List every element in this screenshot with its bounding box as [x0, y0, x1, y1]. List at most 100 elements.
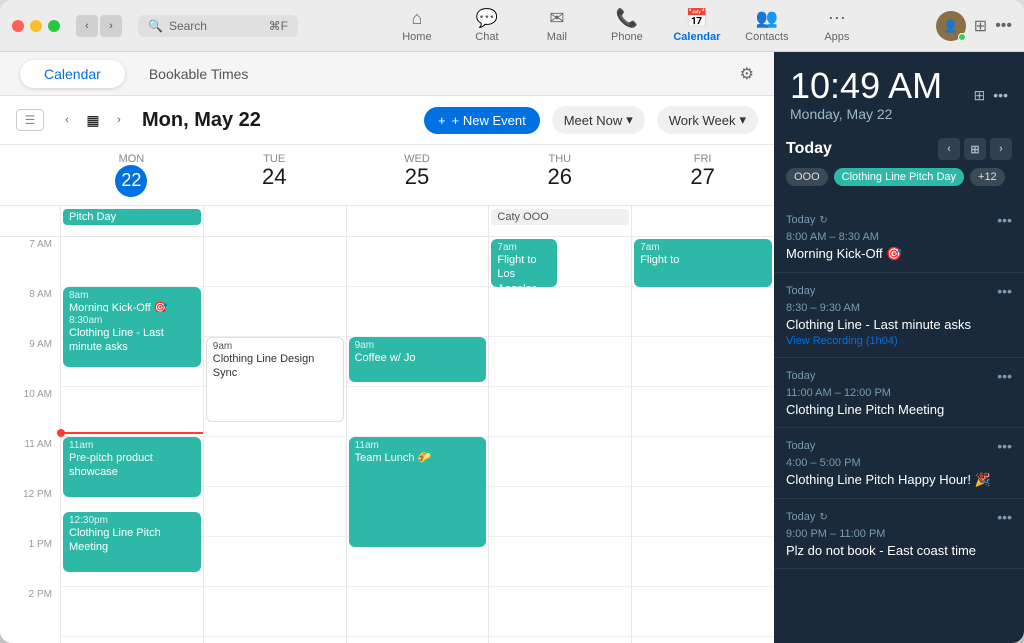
all-day-event-pitch-day[interactable]: Pitch Day [63, 209, 201, 225]
titlebar: ‹ › 🔍 Search ⌘F ⌂ Home 💬 Chat ✉ Mail 📞 P [0, 0, 1024, 52]
event-team-lunch[interactable]: 11am Team Lunch 🌮 [349, 437, 487, 547]
search-bar[interactable]: 🔍 Search ⌘F [138, 15, 298, 37]
view-label: Work Week [669, 113, 736, 128]
grid-icon[interactable]: ⊞ [974, 16, 987, 36]
maximize-button[interactable] [48, 20, 60, 32]
prev-button[interactable]: ‹ [56, 109, 78, 131]
contacts-icon: 👥 [756, 8, 778, 29]
current-time-indicator [61, 432, 203, 434]
day-col-wed: 9am Coffee w/ Jo 11am Team Lunch 🌮 [346, 237, 489, 643]
nav-chat[interactable]: 💬 Chat [462, 8, 512, 43]
event-flight-fri[interactable]: 7am Flight to [634, 239, 772, 287]
today-section: Today ‹ ⊞ › OOO Clothing Line Pitch Day … [774, 130, 1024, 194]
search-icon: 🔍 [148, 19, 163, 33]
all-day-event-caty-ooo[interactable]: Caty OOO [491, 209, 629, 225]
all-day-tue [203, 206, 346, 236]
nav-apps[interactable]: ⋯ Apps [812, 8, 862, 43]
panel-grid-icon[interactable]: ⊞ [974, 87, 986, 104]
event-pre-pitch[interactable]: 11am Pre-pitch product showcase [63, 437, 201, 497]
calendar-icon: 📅 [686, 8, 708, 29]
today-expand-button[interactable]: ⊞ [964, 138, 986, 160]
day-header-fri: Fri 27 [631, 145, 774, 205]
event-coffee-jo[interactable]: 9am Coffee w/ Jo [349, 337, 487, 382]
meet-now-button[interactable]: Meet Now ▾ [552, 106, 645, 134]
calendar-title: Mon, May 22 [142, 109, 261, 132]
tab-calendar[interactable]: Calendar [20, 60, 125, 88]
event-clothing-design-sync[interactable]: 9am Clothing Line Design Sync [206, 337, 344, 422]
right-panel: 10:49 AM Monday, May 22 ⊞ ••• Today ‹ ⊞ … [774, 52, 1024, 643]
search-label: Search [169, 19, 207, 33]
all-day-mon: Pitch Day [60, 206, 203, 236]
agenda-item-clothing-lastminute[interactable]: Today ••• 8:30 – 9:30 AM Clothing Line -… [774, 273, 1024, 358]
nav-contacts[interactable]: 👥 Contacts [742, 8, 792, 43]
view-selector[interactable]: Work Week ▾ [657, 106, 758, 134]
nav-home-label: Home [402, 31, 431, 43]
all-day-gutter [0, 206, 60, 236]
mail-icon: ✉ [549, 8, 564, 29]
badge-count[interactable]: +12 [970, 168, 1005, 186]
time-slot-10am: 10 AM [0, 387, 60, 437]
tab-bookable[interactable]: Bookable Times [125, 60, 273, 88]
meet-now-label: Meet Now [564, 113, 623, 128]
new-event-button[interactable]: + + New Event [424, 107, 540, 134]
today-next-button[interactable]: › [990, 138, 1012, 160]
agenda-item-morning-kickoff[interactable]: Today ↻ ••• 8:00 AM – 8:30 AM Morning Ki… [774, 202, 1024, 273]
today-badges: OOO Clothing Line Pitch Day +12 [786, 168, 1012, 186]
today-mini-button[interactable]: ▦ [82, 109, 104, 131]
agenda-list: Today ↻ ••• 8:00 AM – 8:30 AM Morning Ki… [774, 194, 1024, 643]
recurring-icon: ↻ [819, 215, 827, 226]
settings-button[interactable]: ⚙ [740, 64, 754, 84]
agenda-time-1: 8:00 AM – 8:30 AM [786, 231, 1012, 243]
event-clothing-pitch-meeting[interactable]: 12:30pm Clothing Line Pitch Meeting [63, 512, 201, 572]
forward-button[interactable]: › [100, 15, 122, 37]
main-content: Calendar Bookable Times ⚙ ☰ ‹ ▦ › Mon, M… [0, 52, 1024, 643]
agenda-title-4: Clothing Line Pitch Happy Hour! 🎉 [786, 472, 1012, 488]
badge-ooo[interactable]: OOO [786, 168, 828, 186]
agenda-more-icon-2[interactable]: ••• [997, 283, 1012, 299]
day-header-mon: Mon 22 [60, 145, 203, 205]
nav-arrows: ‹ › [76, 15, 122, 37]
agenda-more-icon-3[interactable]: ••• [997, 368, 1012, 384]
avatar[interactable]: 👤 [936, 11, 966, 41]
chat-icon: 💬 [476, 8, 498, 29]
nav-calendar[interactable]: 📅 Calendar [672, 8, 722, 43]
nav-home[interactable]: ⌂ Home [392, 8, 442, 43]
time-slot-8am: 8 AM [0, 287, 60, 337]
all-day-events: Pitch Day Caty OOO [60, 206, 774, 236]
days-grid: 8am Morning Kick-Off 🎯 8:30am Clothing L… [60, 237, 774, 643]
calendar-tabs: Calendar Bookable Times ⚙ [0, 52, 774, 96]
close-button[interactable] [12, 20, 24, 32]
agenda-more-icon-4[interactable]: ••• [997, 438, 1012, 454]
minimize-button[interactable] [30, 20, 42, 32]
badge-clothing-pitch-day[interactable]: Clothing Line Pitch Day [834, 168, 964, 186]
nav-phone[interactable]: 📞 Phone [602, 8, 652, 43]
agenda-item-clothing-pitch-meeting[interactable]: Today ••• 11:00 AM – 12:00 PM Clothing L… [774, 358, 1024, 428]
nav-mail-label: Mail [547, 31, 567, 43]
nav-contacts-label: Contacts [745, 31, 788, 43]
calendar-header: ☰ ‹ ▦ › Mon, May 22 + + New Event Meet N… [0, 96, 774, 145]
sidebar-toggle[interactable]: ☰ [16, 109, 44, 131]
recurring-icon-5: ↻ [819, 512, 827, 523]
view-recording-link[interactable]: View Recording (1h04) [786, 335, 1012, 347]
nav-apps-label: Apps [824, 31, 849, 43]
agenda-title-5: Plz do not book - East coast time [786, 543, 1012, 558]
panel-more-icon[interactable]: ••• [993, 87, 1008, 103]
next-button[interactable]: › [108, 109, 130, 131]
today-prev-button[interactable]: ‹ [938, 138, 960, 160]
nav-mail[interactable]: ✉ Mail [532, 8, 582, 43]
agenda-item-pitch-happy-hour[interactable]: Today ••• 4:00 – 5:00 PM Clothing Line P… [774, 428, 1024, 499]
agenda-item-do-not-book[interactable]: Today ↻ ••• 9:00 PM – 11:00 PM Plz do no… [774, 499, 1024, 569]
event-flight-la[interactable]: 7am Flight to Los Angeles [491, 239, 557, 287]
event-clothing-line-lastminute[interactable]: 8:30am Clothing Line - Last minute asks [63, 312, 201, 367]
agenda-more-icon-5[interactable]: ••• [997, 509, 1012, 525]
day-header-tue: Tue 24 [203, 145, 346, 205]
more-icon[interactable]: ••• [995, 17, 1012, 35]
chevron-down-icon-view: ▾ [739, 112, 746, 128]
agenda-time-5: 9:00 PM – 11:00 PM [786, 528, 1012, 540]
back-button[interactable]: ‹ [76, 15, 98, 37]
cal-nav: ‹ ▦ › [56, 109, 130, 131]
clock-area: 10:49 AM Monday, May 22 [790, 68, 966, 122]
calendar-area: Calendar Bookable Times ⚙ ☰ ‹ ▦ › Mon, M… [0, 52, 774, 643]
agenda-title-1: Morning Kick-Off 🎯 [786, 246, 1012, 262]
agenda-more-icon[interactable]: ••• [997, 212, 1012, 228]
